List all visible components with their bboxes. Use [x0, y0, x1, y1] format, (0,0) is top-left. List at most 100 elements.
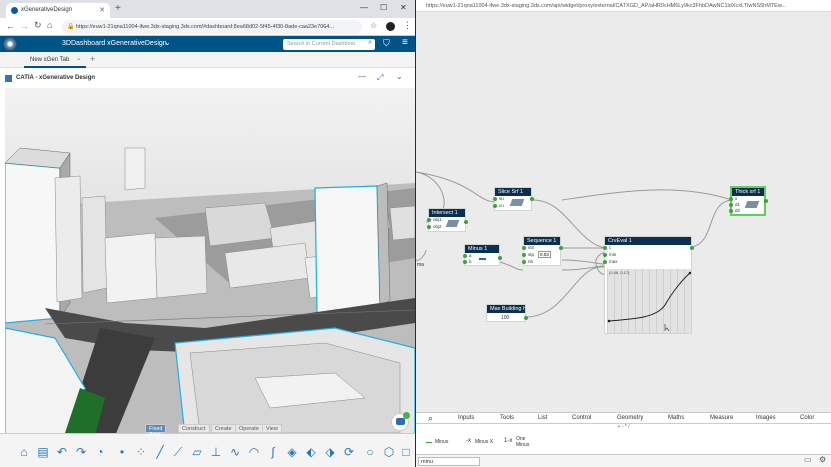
curve-icon[interactable]: ∿ — [227, 444, 243, 460]
comment-icon[interactable]: ▭ — [804, 455, 812, 464]
url-bar[interactable]: 🔒 https://euw1-21qna11004-ifwe.3dx-stagi… — [62, 20, 362, 34]
input-port[interactable] — [493, 204, 497, 208]
profile-icon[interactable] — [386, 22, 395, 31]
loft-icon[interactable]: ⬗ — [322, 444, 338, 460]
new-tab-button[interactable]: + — [115, 3, 121, 14]
input-port[interactable] — [729, 209, 733, 213]
dashboard-title[interactable]: 3DDashboard xGenerativeDesign — [62, 40, 167, 47]
node-max-building[interactable]: Max Building h 100 — [486, 304, 528, 322]
revolve-icon[interactable]: ⟳ — [341, 444, 357, 460]
input-port[interactable] — [427, 218, 431, 222]
node-intersect[interactable]: Intersect 1 obj1 obj2 — [427, 208, 468, 232]
undo-icon[interactable]: ↶ — [54, 444, 70, 460]
rss-icon[interactable]: ◔ — [92, 444, 108, 460]
plane-icon[interactable]: ▱ — [189, 444, 205, 460]
browser-tab[interactable]: xGenerativeDesign ✕ — [6, 3, 110, 18]
spline-icon[interactable]: ∫ — [265, 444, 281, 460]
tab-list[interactable]: List — [538, 415, 547, 421]
circle-icon[interactable]: ○ — [362, 444, 378, 460]
hamburger-icon[interactable]: ≡ — [402, 37, 408, 48]
output-port[interactable] — [524, 316, 528, 320]
back-icon[interactable]: ← — [6, 21, 15, 31]
tab-create[interactable]: Create — [211, 424, 236, 433]
node-thick-srf[interactable]: Thick srf 1 s d1 d2 — [729, 186, 768, 216]
input-port[interactable] — [522, 246, 526, 250]
input-port[interactable] — [427, 225, 431, 229]
surface-icon[interactable]: ◈ — [284, 444, 300, 460]
menu-icon[interactable]: ⋮ — [403, 20, 412, 31]
expand-icon[interactable]: ⤢ — [377, 73, 383, 83]
line-icon[interactable]: ╱ — [152, 444, 168, 460]
gear-icon[interactable]: ⚙ — [819, 455, 826, 464]
tab-fixed-area[interactable]: Fixed Area — [145, 424, 167, 438]
dashboard-search-input[interactable]: Search in Current Dashboar ⌕ — [283, 39, 375, 50]
chevron-down-icon[interactable]: ⌄ — [396, 72, 403, 81]
step-value-field[interactable]: 0.03 — [538, 251, 551, 258]
star-icon[interactable]: ☆ — [370, 21, 377, 30]
forward-icon[interactable]: → — [20, 21, 29, 31]
search-icon[interactable]: ⌕ — [428, 413, 433, 424]
list-item-one-minus[interactable]: 1-x One Minus — [504, 436, 550, 450]
maximize-button[interactable]: ☐ — [380, 3, 387, 12]
output-port[interactable] — [690, 246, 694, 250]
add-tab-button[interactable]: + — [90, 54, 95, 64]
arc-icon[interactable]: ◠ — [246, 444, 262, 460]
minimize-widget-icon[interactable]: — — [358, 72, 366, 81]
node-sequence[interactable]: Sequence 1 init stp nb 0.03 — [522, 236, 563, 266]
input-port[interactable] — [729, 197, 733, 201]
input-port[interactable] — [493, 197, 497, 201]
redo-icon[interactable]: ↷ — [73, 444, 89, 460]
minimize-button[interactable]: — — [360, 3, 368, 12]
tab-construct[interactable]: Construct — [178, 424, 210, 433]
tab-control[interactable]: Control — [572, 415, 591, 421]
node-minus[interactable]: Minus 1 a b — [463, 244, 502, 266]
close-icon[interactable]: ✕ — [99, 6, 105, 14]
chevron-down-icon[interactable]: ⌄ — [76, 54, 82, 62]
search-icon[interactable]: ⌕ — [368, 39, 372, 47]
output-port[interactable] — [498, 256, 502, 260]
output-port[interactable] — [464, 220, 468, 224]
3d-viewport[interactable] — [5, 88, 415, 436]
list-item-minus-x[interactable]: -x Minus X — [466, 438, 506, 448]
input-port[interactable] — [522, 253, 526, 257]
input-port[interactable] — [522, 260, 526, 264]
tag-icon[interactable]: ⛉ — [383, 38, 390, 49]
node-slice-srf[interactable]: Slice Srf 1 su cu — [493, 187, 534, 211]
tab-tools[interactable]: Tools — [500, 415, 514, 421]
tab-view[interactable]: View — [262, 424, 282, 433]
tab-measure[interactable]: Measure — [710, 415, 733, 421]
document-icon[interactable]: ▤ — [35, 444, 51, 460]
chat-bubble-icon[interactable] — [391, 412, 410, 431]
curve-graph[interactable]: (0.48, 0.17) — [607, 269, 691, 333]
input-port[interactable] — [603, 253, 607, 257]
tab-maths[interactable]: Maths — [668, 415, 684, 421]
chevron-down-icon[interactable]: ⌄ — [164, 38, 171, 47]
input-port[interactable] — [463, 254, 467, 258]
tab-images[interactable]: Images — [756, 415, 776, 421]
output-port[interactable] — [559, 246, 563, 250]
tab-geometry[interactable]: Geometry — [617, 415, 643, 421]
reload-icon[interactable]: ↻ — [34, 20, 42, 31]
input-port[interactable] — [729, 203, 733, 207]
value-field[interactable]: 100 — [501, 315, 509, 321]
polyline-icon[interactable]: ⟋ — [170, 444, 186, 460]
output-port[interactable] — [530, 197, 534, 201]
axis-icon[interactable]: ⊥ — [208, 444, 224, 460]
tab-color[interactable]: Color — [800, 415, 814, 421]
square-icon[interactable]: □ — [398, 444, 414, 460]
hexagon-icon[interactable]: ⬡ — [381, 444, 397, 460]
input-port[interactable] — [603, 246, 607, 250]
tab-inputs[interactable]: Inputs — [458, 415, 474, 421]
grid-points-icon[interactable]: ⁘ — [133, 444, 149, 460]
input-port[interactable] — [463, 260, 467, 264]
node-graph-canvas[interactable]: Slice Srf 1 su cu Intersect 1 obj1 obj2 … — [416, 12, 831, 412]
home-icon[interactable]: ⌂ — [16, 444, 32, 460]
node-crveval[interactable]: CrvEval 1 c min max (0.48, 0.17) — [603, 236, 694, 334]
point-icon[interactable]: • — [114, 444, 130, 460]
node-search-input[interactable]: minu — [418, 457, 480, 466]
list-item-minus[interactable]: Minus — [426, 438, 466, 448]
close-window-button[interactable]: ✕ — [400, 3, 407, 12]
tab-operate[interactable]: Operate — [235, 424, 263, 433]
sweep-icon[interactable]: ⬖ — [303, 444, 319, 460]
input-port[interactable] — [603, 260, 607, 264]
